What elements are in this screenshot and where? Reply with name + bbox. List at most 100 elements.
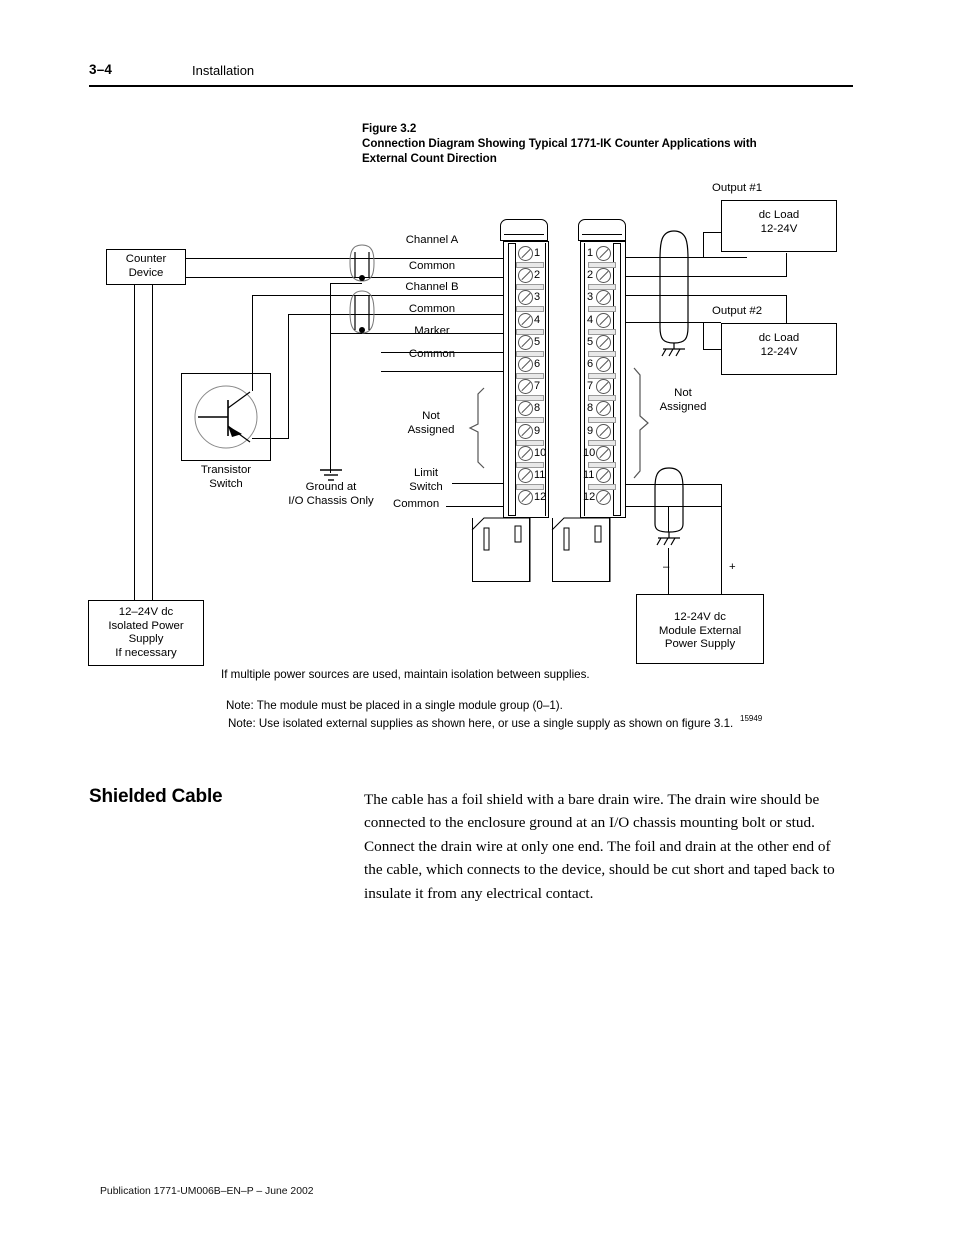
wire-supply-lead-a [134, 285, 135, 600]
right-terminal-screw-5[interactable] [596, 334, 611, 350]
wire-out2-a-v [786, 295, 787, 325]
right-terminal-strip-5 [588, 350, 616, 357]
right-terminal-number-6: 6 [587, 358, 594, 370]
isolated-power-supply-label: 12–24V dc Isolated Power Supply If neces… [108, 606, 184, 659]
shield-loop-right-lower [654, 467, 684, 533]
right-terminal-screw-6[interactable] [596, 357, 611, 372]
right-terminal-strip-8 [588, 417, 616, 424]
wire-out1-a-v [703, 232, 704, 257]
left-terminal-strip-2 [516, 284, 544, 291]
wire-out2-b-v [703, 322, 704, 349]
left-terminal-strip-11 [516, 484, 544, 490]
right-terminal-screw-10[interactable] [596, 445, 611, 461]
document-page: 3–4 Installation Figure 3.2 Connection D… [0, 0, 954, 1235]
left-terminal-number-11: 11 [534, 469, 546, 481]
wire-channel-b [305, 295, 506, 296]
left-terminal-screw-5[interactable] [518, 334, 533, 350]
wire-common-3b [381, 371, 506, 372]
shield-loop-left-lower [349, 290, 375, 334]
ground-note-label: Ground at I/O Chassis Only [288, 481, 374, 507]
wire-out2-a [626, 295, 786, 296]
signal-label-marker: Marker [414, 325, 450, 337]
drain-wire-vertical [330, 283, 331, 473]
output2-label: Output #2 [712, 305, 763, 317]
signal-label-common-1: Common [408, 260, 456, 272]
left-terminal-screw-4[interactable] [518, 312, 533, 328]
left-terminal-strip-3 [516, 306, 544, 313]
dc-load-1-label: dc Load 12-24V [758, 209, 800, 235]
left-terminal-strip-7 [516, 395, 544, 402]
ground-symbol-shield-right-upper [661, 343, 685, 357]
wire-supply-lead-b [152, 285, 153, 600]
transistor-symbol [194, 385, 258, 449]
right-terminal-strip-7 [588, 395, 616, 402]
right-terminal-number-5: 5 [587, 335, 594, 348]
right-terminal-strip-3 [588, 306, 616, 313]
left-terminal-number-7: 7 [534, 380, 541, 393]
connection-diagram: Counter Device Ground at I/O Chassis Onl… [0, 0, 954, 740]
right-terminal-number-7: 7 [587, 380, 594, 393]
transistor-switch-label: Transistor Switch [200, 464, 252, 490]
shield-loop-right-upper [659, 230, 689, 344]
signal-label-common-3: Common [408, 348, 456, 360]
left-terminal-screw-1[interactable] [518, 246, 533, 261]
left-limit-switch-label: Limit Switch [409, 467, 443, 493]
wire-extsupply-minus-v [668, 506, 669, 532]
footer-publication: Publication 1771-UM006B–EN–P – June 2002 [100, 1186, 314, 1197]
left-terminal-screw-9[interactable] [518, 423, 533, 439]
note-isolated-supplies: Note: Use isolated external supplies as … [228, 717, 734, 730]
left-not-assigned-label: Not Assigned [407, 410, 455, 436]
wire-limit-switch [452, 483, 506, 484]
right-not-assigned-bracket [633, 367, 649, 479]
signal-label-channel-b: Channel B [405, 281, 459, 293]
left-terminal-number-9: 9 [534, 424, 541, 437]
right-terminal-screw-1[interactable] [596, 246, 611, 261]
left-terminal-strip-6 [516, 373, 544, 379]
left-terminal-number-4: 4 [534, 313, 541, 326]
right-terminal-screw-9[interactable] [596, 423, 611, 439]
transistor-lead-up [252, 295, 253, 391]
right-terminal-number-2: 2 [587, 269, 594, 282]
wire-out1-b [626, 276, 786, 277]
left-terminal-strip-9 [516, 439, 544, 446]
left-terminal-number-12: 12 [534, 491, 547, 504]
right-terminal-strip-10 [588, 461, 616, 468]
shield-loop-left-upper [349, 244, 375, 282]
note-isolation: If multiple power sources are used, main… [221, 668, 590, 681]
left-terminal-number-8: 8 [534, 402, 541, 415]
signal-label-common-2: Common [408, 303, 456, 315]
transistor-lead-down [288, 314, 289, 438]
left-terminal-screw-6[interactable] [518, 357, 533, 372]
left-module-top-cap [500, 219, 548, 241]
left-terminal-screw-10[interactable] [518, 445, 533, 461]
left-terminal-strip-8 [516, 417, 544, 424]
left-common-label-12: Common [393, 498, 440, 510]
left-terminal-inner [508, 243, 516, 516]
right-terminal-number-1: 1 [587, 247, 594, 259]
transistor-lead-up-h [252, 295, 306, 296]
right-terminal-number-3: 3 [587, 291, 594, 304]
right-terminal-screw-11[interactable] [596, 468, 611, 483]
right-terminal-strip-1 [588, 262, 616, 268]
wire-out1-a-h [703, 232, 721, 233]
figure-art-number: 15949 [740, 714, 763, 723]
wire-term11-shield [626, 484, 721, 485]
wire-common-1 [186, 277, 506, 278]
left-terminal-screw-11[interactable] [518, 468, 533, 483]
left-terminal-number-3: 3 [534, 291, 541, 304]
right-not-assigned-label: Not Assigned [659, 387, 707, 413]
counter-device-label: Counter Device [125, 253, 167, 279]
right-terminal-number-8: 8 [587, 402, 594, 415]
left-terminal-number-1: 1 [534, 247, 541, 259]
polarity-minus-label: – [663, 561, 670, 573]
polarity-plus-label: + [729, 561, 736, 573]
drain-wire-branch [330, 283, 362, 284]
left-terminal-number-10: 10 [534, 446, 547, 459]
dc-load-2-label: dc Load 12-24V [758, 332, 800, 358]
left-terminal-strip-10 [516, 461, 544, 468]
right-terminal-number-11: 11 [583, 469, 595, 481]
right-terminal-screw-4[interactable] [596, 312, 611, 328]
transistor-lead-down-h [252, 438, 289, 439]
right-terminal-number-10: 10 [583, 446, 596, 459]
right-terminal-strip-9 [588, 439, 616, 446]
